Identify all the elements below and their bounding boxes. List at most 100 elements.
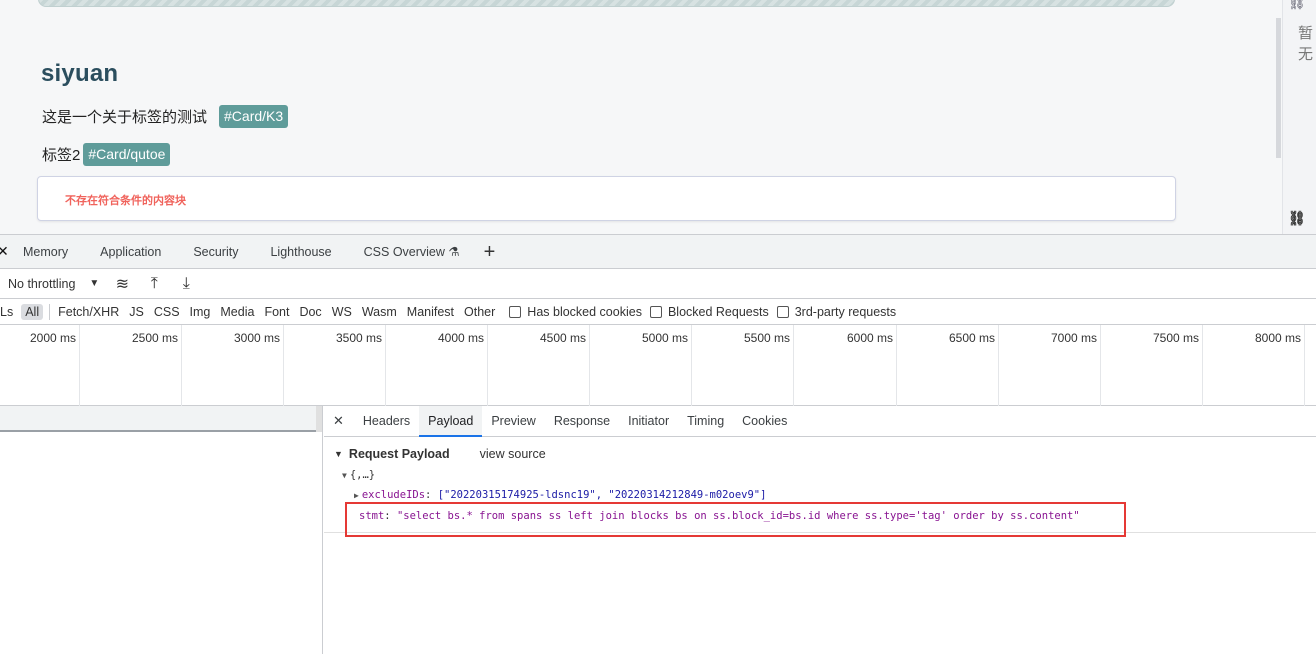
- filter-media[interactable]: Media: [216, 304, 258, 320]
- tick-label: 7500 ms: [1152, 331, 1199, 345]
- filter-font[interactable]: Font: [260, 304, 293, 320]
- third-party-requests-checkbox[interactable]: 3rd-party requests: [776, 304, 897, 319]
- checkbox-box: [776, 305, 789, 318]
- timeline-tick: 4000 ms: [386, 325, 488, 406]
- empty-result-message: 不存在符合条件的内容块: [65, 195, 186, 207]
- tab-cookies[interactable]: Cookies: [733, 406, 796, 437]
- tag-card-qutoe[interactable]: #Card/qutoe: [83, 143, 171, 166]
- timeline-tick: 8000 ms: [1203, 325, 1305, 406]
- paragraph-1[interactable]: 这是一个关于标签的测试 #Card/K3: [42, 105, 289, 128]
- timeline-tick: 3500 ms: [284, 325, 386, 406]
- tab-lighthouse[interactable]: Lighthouse: [254, 235, 347, 269]
- root-value: {,…}: [349, 469, 376, 481]
- timeline-tick: 6500 ms: [897, 325, 999, 406]
- throttling-select[interactable]: No throttling ▼: [8, 277, 99, 291]
- filter-fetch-xhr[interactable]: Fetch/XHR: [54, 304, 123, 320]
- tag-card-k3[interactable]: #Card/K3: [219, 105, 289, 128]
- paragraph-2-text: 标签2: [42, 147, 81, 164]
- filter-other[interactable]: Other: [460, 304, 499, 320]
- screen: siyuan 这是一个关于标签的测试 #Card/K3 标签2 #Card/qu…: [0, 0, 1316, 654]
- page-title: siyuan: [41, 60, 119, 87]
- timeline-tick: 7000 ms: [999, 325, 1101, 406]
- throttling-value: No throttling: [8, 276, 76, 291]
- network-overview-timeline[interactable]: 2000 ms 2500 ms 3000 ms 3500 ms 4000 ms …: [0, 325, 1316, 406]
- view-source-link[interactable]: view source: [480, 447, 546, 461]
- timeline-tick: 4500 ms: [488, 325, 590, 406]
- checkbox-box: [509, 305, 522, 318]
- filter-img[interactable]: Img: [186, 304, 215, 320]
- checkbox-label: 3rd-party requests: [794, 304, 897, 319]
- tick-label: 5000 ms: [641, 331, 688, 345]
- detail-tabbar: ✕ Headers Payload Preview Response Initi…: [324, 405, 1316, 437]
- filter-wasm[interactable]: Wasm: [358, 304, 401, 320]
- paragraph-1-text: 这是一个关于标签的测试: [42, 109, 208, 126]
- link-icon-2[interactable]: ⛓: [1288, 210, 1306, 227]
- devtools-tabbar: ✕ Memory Application Security Lighthouse…: [0, 235, 1316, 269]
- checkbox-label: Has blocked cookies: [527, 304, 642, 319]
- blocked-requests-checkbox[interactable]: Blocked Requests: [649, 304, 769, 319]
- tab-css-overview[interactable]: CSS Overview ⚗: [348, 235, 476, 269]
- paragraph-2[interactable]: 标签2 #Card/qutoe: [42, 143, 171, 166]
- timeline-tick: 5000 ms: [590, 325, 692, 406]
- tick-label: 8000 ms: [1254, 331, 1301, 345]
- filter-partial[interactable]: Ls: [0, 304, 17, 320]
- close-icon[interactable]: ✕: [333, 413, 344, 429]
- divider: [49, 303, 51, 320]
- embed-block-strip: [38, 0, 1175, 7]
- filter-all[interactable]: All: [21, 303, 44, 320]
- tab-preview[interactable]: Preview: [482, 406, 544, 437]
- scrollbar[interactable]: [1276, 18, 1281, 158]
- query-embed-block[interactable]: 不存在符合条件的内容块: [37, 176, 1176, 221]
- tab-security[interactable]: Security: [177, 235, 254, 269]
- payload-root-node[interactable]: ▼ {,…}: [342, 469, 375, 481]
- tick-label: 5500 ms: [743, 331, 790, 345]
- tick-label: 4500 ms: [539, 331, 586, 345]
- request-payload-section[interactable]: ▼ Request Payload view source: [334, 447, 546, 461]
- timeline-tick: 5500 ms: [692, 325, 794, 406]
- checkbox-box: [649, 305, 662, 318]
- tab-headers[interactable]: Headers: [354, 406, 419, 437]
- scrollbar[interactable]: [316, 406, 322, 432]
- tab-timing[interactable]: Timing: [678, 406, 733, 437]
- filter-js[interactable]: JS: [125, 304, 148, 320]
- tick-label: 7000 ms: [1050, 331, 1097, 345]
- expand-triangle-icon: ▼: [342, 471, 347, 480]
- download-icon[interactable]: ⤓: [177, 275, 195, 293]
- tick-label: 2500 ms: [131, 331, 178, 345]
- chevron-down-icon: ▼: [89, 278, 100, 289]
- timeline-tick: 7500 ms: [1101, 325, 1203, 406]
- network-conditions-icon[interactable]: ≋: [113, 274, 131, 294]
- exclude-key: excludeIDs: [361, 489, 426, 501]
- payload-exclude-node[interactable]: ▶ excludeIDs: ["20220315174925-ldsnc19", …: [354, 489, 766, 501]
- tick-label: 3000 ms: [233, 331, 280, 345]
- filter-manifest[interactable]: Manifest: [403, 304, 458, 320]
- tab-payload[interactable]: Payload: [419, 405, 483, 437]
- link-icon[interactable]: ⛓: [1288, 0, 1306, 11]
- checkbox-label: Blocked Requests: [667, 304, 769, 319]
- tick-label: 2000 ms: [29, 331, 76, 345]
- filter-css[interactable]: CSS: [150, 304, 184, 320]
- tab-initiator[interactable]: Initiator: [619, 406, 678, 437]
- has-blocked-cookies-checkbox[interactable]: Has blocked cookies: [509, 305, 642, 319]
- timeline-tick: 2500 ms: [80, 325, 182, 406]
- expand-triangle-icon: ▼: [334, 449, 343, 459]
- timeline-tick: 2000 ms: [0, 325, 80, 406]
- exclude-value: ["20220315174925-ldsnc19", "202203142128…: [437, 489, 767, 501]
- filter-ws[interactable]: WS: [328, 304, 356, 320]
- filter-doc[interactable]: Doc: [295, 304, 325, 320]
- right-panel-text: 暂无: [1298, 25, 1314, 63]
- upload-icon[interactable]: ⤒: [145, 275, 163, 293]
- timeline-tick: 3000 ms: [182, 325, 284, 406]
- tick-label: 6500 ms: [948, 331, 995, 345]
- collapse-triangle-icon: ▶: [354, 491, 359, 500]
- tab-application[interactable]: Application: [84, 235, 177, 269]
- tab-memory[interactable]: Memory: [7, 235, 84, 269]
- highlight-annotation-box: [345, 502, 1126, 537]
- tab-response[interactable]: Response: [545, 406, 619, 437]
- add-tab-icon[interactable]: +: [484, 235, 496, 269]
- network-toolbar: No throttling ▼ ≋ ⤒ ⤓: [0, 269, 1316, 299]
- close-icon[interactable]: ✕: [0, 243, 9, 260]
- timeline-tick: 6000 ms: [795, 325, 897, 406]
- tick-label: 3500 ms: [335, 331, 382, 345]
- request-list-pane[interactable]: [0, 406, 323, 654]
